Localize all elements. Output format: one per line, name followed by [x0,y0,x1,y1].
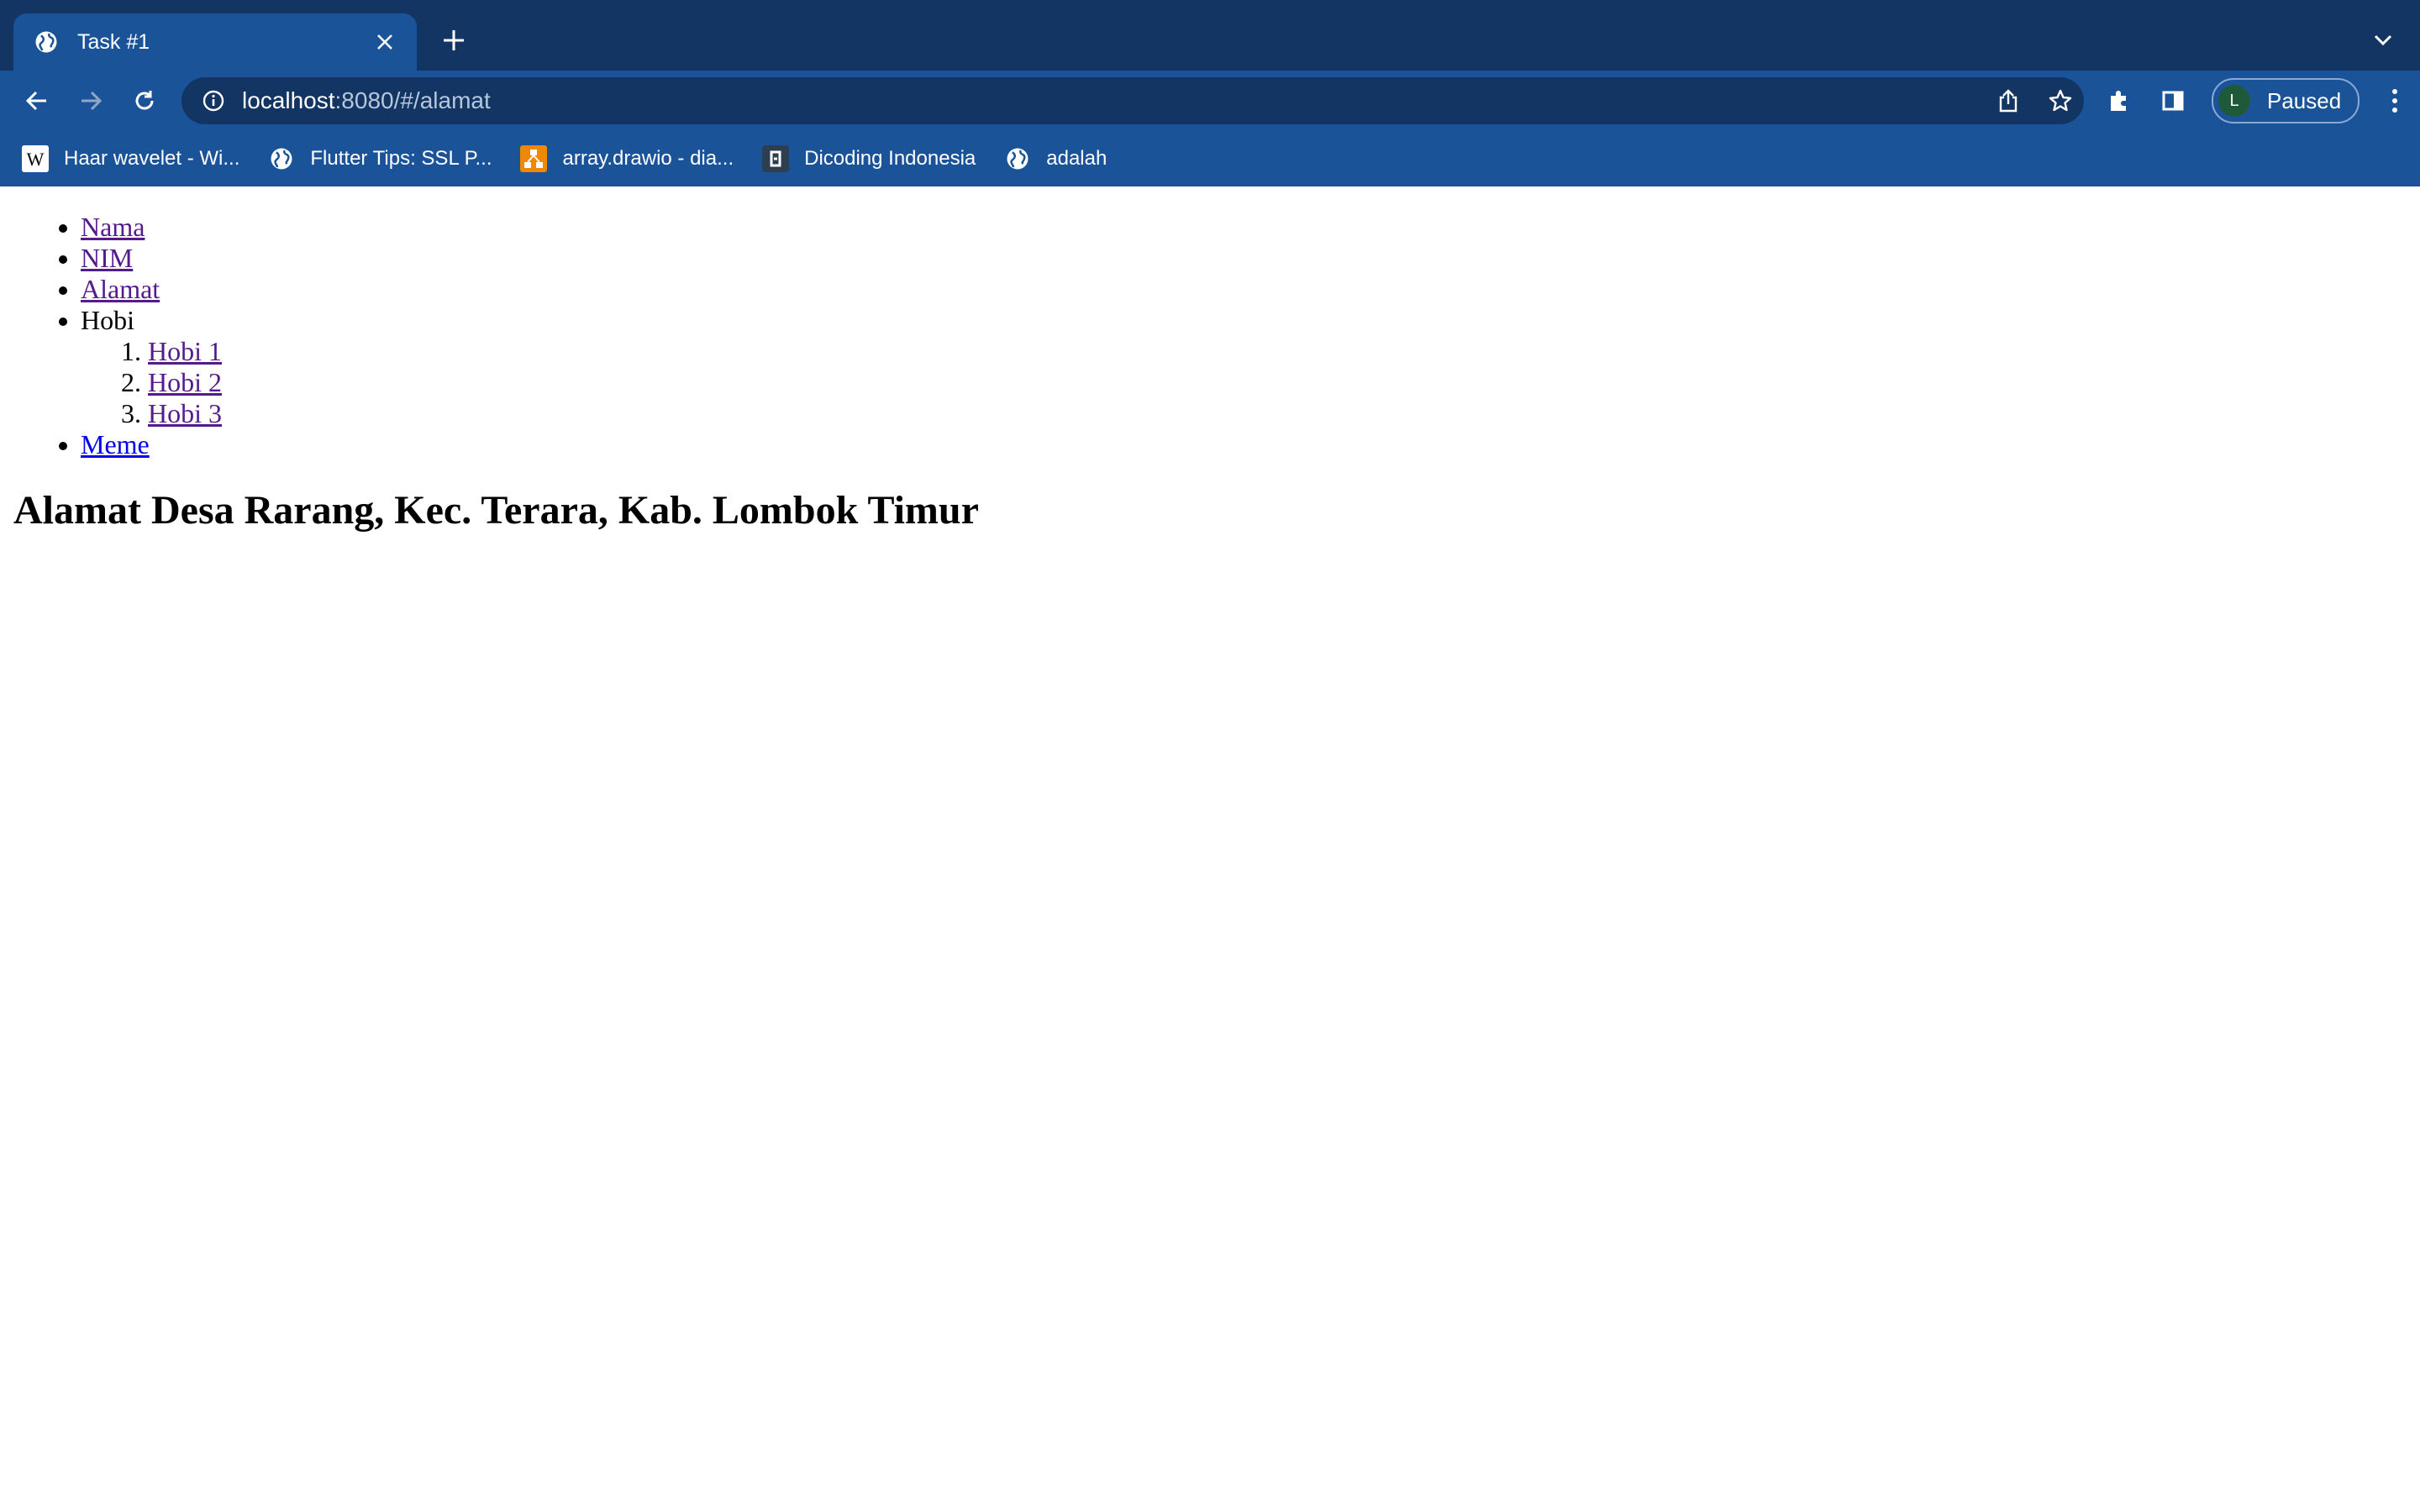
address-bar[interactable]: localhost:8080/#/alamat [182,77,2084,124]
svg-text:W: W [27,149,45,170]
list-item: Hobi 3 [148,398,2407,429]
new-tab-button[interactable] [439,25,469,55]
globe-icon [34,29,59,55]
bookmarks-bar: W Haar wavelet - Wi... Flutter Tips: SSL… [0,131,2420,186]
list-item: Hobi 1 [148,336,2407,367]
nav-link-meme[interactable]: Meme [81,429,150,459]
menu-icon[interactable] [2378,82,2412,119]
list-item: Alamat [81,274,2407,305]
bookmark-item[interactable]: W Haar wavelet - Wi... [22,138,239,180]
url-text: localhost:8080/#/alamat [242,87,491,114]
tab-active[interactable]: Task #1 [13,13,417,71]
side-panel-icon[interactable] [2154,82,2191,119]
bookmark-item[interactable]: array.drawio - dia... [520,138,734,180]
avatar: L [2218,85,2250,117]
bookmark-label: array.drawio - dia... [562,147,734,170]
bookmark-label: Dicoding Indonesia [804,147,976,170]
browser-chrome: Task #1 localhost:8080/#/alamat L Paused… [0,0,2420,186]
tab-title: Task #1 [77,29,150,54]
nav-label-hobi: Hobi [81,305,134,335]
list-item: Meme [81,429,2407,460]
nav-link-alamat[interactable]: Alamat [81,274,160,304]
list-item: Hobi Hobi 1 Hobi 2 Hobi 3 [81,305,2407,429]
list-item: Hobi 2 [148,367,2407,398]
nav-list: Nama NIM Alamat Hobi Hobi 1 Hobi 2 Hobi … [13,212,2407,460]
chevron-down-icon[interactable] [2370,27,2396,54]
page-content: Nama NIM Alamat Hobi Hobi 1 Hobi 2 Hobi … [0,212,2420,533]
bookmark-label: adalah [1046,147,1107,170]
drawio-icon [520,145,548,172]
bookmark-item[interactable]: adalah [1004,138,1107,180]
close-icon[interactable] [370,27,400,57]
back-button[interactable] [18,82,55,119]
tab-strip: Task #1 [0,0,2420,71]
bookmark-label: Flutter Tips: SSL P... [310,147,492,170]
info-icon[interactable] [200,87,227,114]
reload-button[interactable] [126,82,163,119]
globe-icon [268,145,295,172]
bookmark-star-icon[interactable] [2045,86,2075,116]
toolbar: localhost:8080/#/alamat L Paused [0,71,2420,131]
wikipedia-icon: W [22,145,49,172]
globe-icon [1004,145,1031,172]
list-item: Nama [81,212,2407,243]
nav-link-nama[interactable]: Nama [81,212,145,242]
hobby-link-3[interactable]: Hobi 3 [148,398,222,428]
share-icon[interactable] [1993,86,2023,116]
bookmark-label: Haar wavelet - Wi... [64,147,240,170]
extensions-icon[interactable] [2101,82,2138,119]
hobby-list: Hobi 1 Hobi 2 Hobi 3 [81,336,2407,429]
profile-button[interactable]: L Paused [2212,78,2360,123]
hobby-link-2[interactable]: Hobi 2 [148,367,222,397]
hobby-link-1[interactable]: Hobi 1 [148,336,222,366]
page-heading: Alamat Desa Rarang, Kec. Terara, Kab. Lo… [13,488,979,533]
bookmark-item[interactable]: Flutter Tips: SSL P... [268,138,492,180]
forward-button[interactable] [72,82,109,119]
list-item: NIM [81,243,2407,274]
profile-status: Paused [2267,87,2342,113]
url-path: :8080/#/alamat [334,87,491,113]
bookmark-item[interactable]: Dicoding Indonesia [762,138,976,180]
url-host: localhost [242,87,335,113]
dicoding-icon [762,145,790,172]
nav-link-nim[interactable]: NIM [81,243,133,273]
